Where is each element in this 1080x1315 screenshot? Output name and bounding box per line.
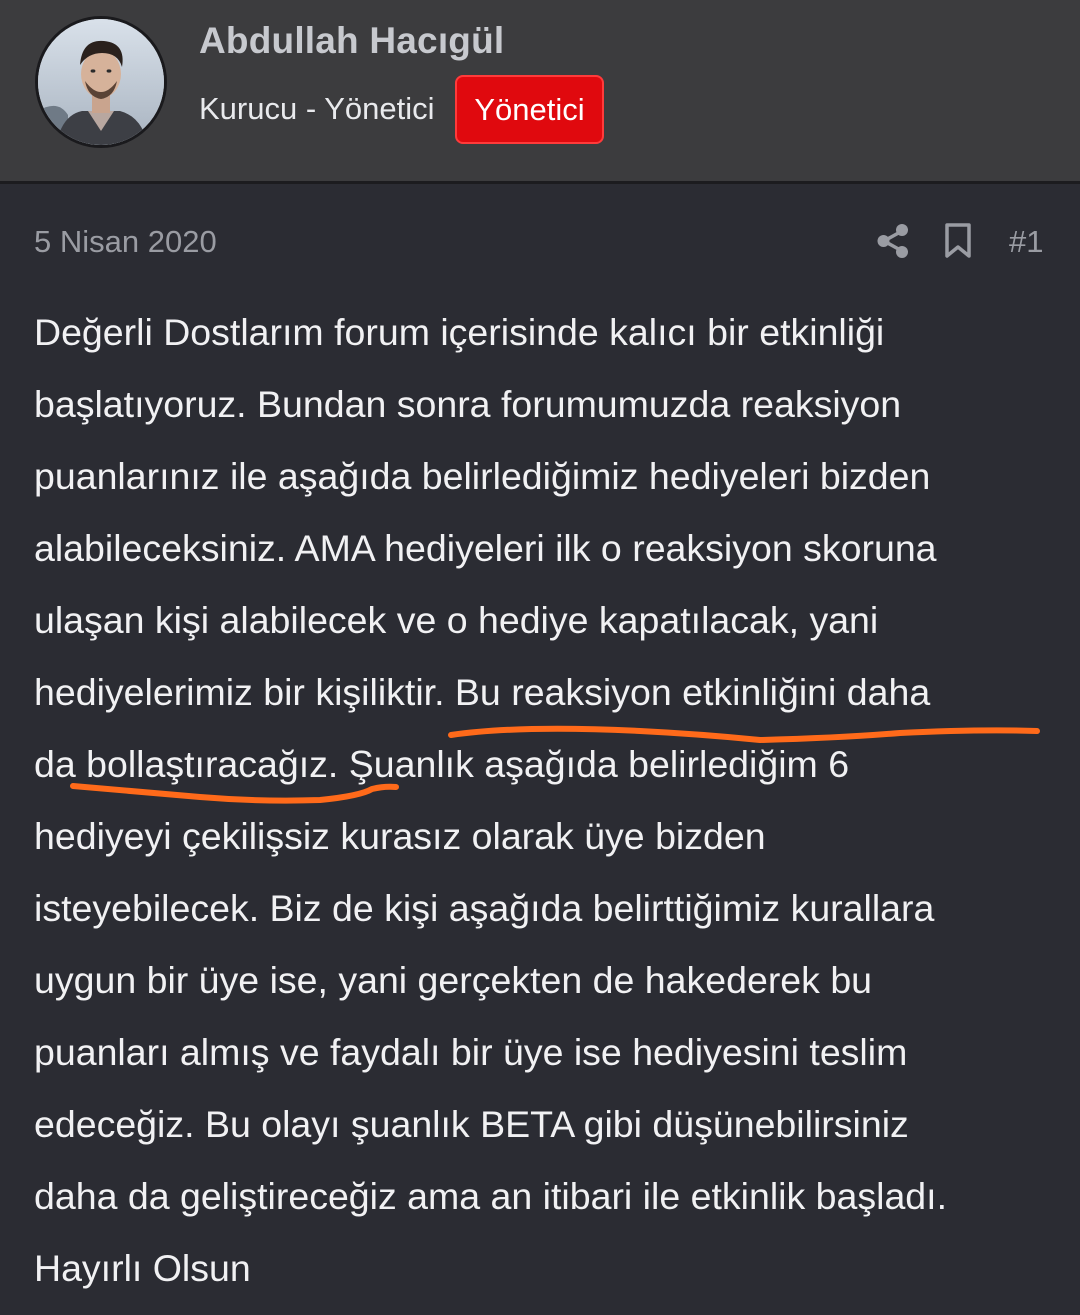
post-line: alabileceksiniz. AMA hediyeleri ilk o re… — [34, 527, 937, 569]
post-line: isteyebilecek. Biz de kişi aşağıda belir… — [34, 887, 935, 929]
post-line: puanları almış ve faydalı bir üye ise he… — [34, 1031, 908, 1073]
post-line: hediyeyi çekilişsiz kurasız olarak üye b… — [34, 815, 766, 857]
post-line: edeceğiz. Bu olayı şuanlık BETA gibi düş… — [34, 1103, 909, 1145]
user-header: Abdullah Hacıgül Kurucu - Yönetici Yönet… — [0, 0, 1080, 184]
forum-post-page: Abdullah Hacıgül Kurucu - Yönetici Yönet… — [0, 0, 1080, 1315]
bookmark-icon[interactable] — [943, 222, 973, 260]
post-number[interactable]: #1 — [1009, 224, 1043, 260]
post-line: daha da geliştireceğiz ama an itibari il… — [34, 1175, 948, 1217]
avatar-image — [38, 19, 164, 145]
post-line: Değerli Dostlarım forum içerisinde kalıc… — [34, 311, 885, 353]
username[interactable]: Abdullah Hacıgül — [199, 20, 504, 62]
post-body: Değerli Dostlarım forum içerisinde kalıc… — [34, 296, 1054, 1304]
post-date[interactable]: 5 Nisan 2020 — [34, 224, 217, 260]
role-badge: Yönetici — [455, 75, 604, 144]
post-line: da bollaştıracağız. Şuanlık aşağıda beli… — [34, 743, 850, 785]
post-line: ulaşan kişi alabilecek ve o hediye kapat… — [34, 599, 879, 641]
avatar[interactable] — [35, 16, 167, 148]
post-line: başlatıyoruz. Bundan sonra forumumuzda r… — [34, 383, 902, 425]
post-line: hediyelerimiz bir kişiliktir. Bu reaksiy… — [34, 671, 931, 713]
user-title: Kurucu - Yönetici — [199, 91, 435, 126]
post-line: uygun bir üye ise, yani gerçekten de hak… — [34, 959, 873, 1001]
share-icon[interactable] — [876, 223, 910, 259]
post-line: puanlarınız ile aşağıda belirlediğimiz h… — [34, 455, 931, 497]
post-line: Hayırlı Olsun — [34, 1247, 251, 1289]
